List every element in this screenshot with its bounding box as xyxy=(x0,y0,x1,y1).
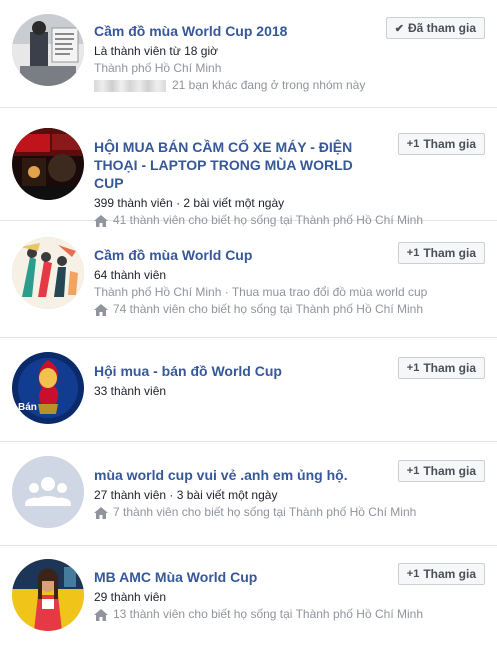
group-result-card: mùa world cup vui vẻ .anh em ủng hộ. 27 … xyxy=(0,442,497,546)
default-group-icon xyxy=(12,456,84,528)
join-icon: +1 xyxy=(406,138,420,150)
members-living-in-city-text: 13 thành viên cho biết họ sống tại Thành… xyxy=(113,607,423,621)
group-search-results: Cầm đồ mùa World Cup 2018 Là thành viên … xyxy=(0,0,497,651)
friends-in-group: 21 bạn khác đang ở trong nhóm này xyxy=(94,77,379,94)
group-stats: 33 thành viên xyxy=(94,384,167,398)
group-info: MB AMC Mùa World Cup 29 thành viên 13 th… xyxy=(94,568,423,623)
join-icon: +1 xyxy=(406,362,420,374)
members-living-in-city-text: 74 thành viên cho biết họ sống tại Thành… xyxy=(113,302,423,316)
group-title-link[interactable]: mùa world cup vui vẻ .anh em ủng hộ. xyxy=(94,466,379,484)
join-group-button-label: Tham gia xyxy=(423,137,476,151)
group-info: Hội mua - bán đồ World Cup 33 thành viên xyxy=(94,362,379,400)
members-living-in-city-text: 7 thành viên cho biết họ sống tại Thành … xyxy=(113,505,417,519)
members-living-in-city: 13 thành viên cho biết họ sống tại Thành… xyxy=(94,606,423,623)
house-icon xyxy=(94,506,108,519)
membership-status: Là thành viên từ 18 giờ xyxy=(94,44,218,58)
group-location-description: Thành phố Hồ Chí Minh · Thua mua trao đổ… xyxy=(94,285,428,299)
join-group-button[interactable]: +1 Tham gia xyxy=(397,242,485,264)
group-result-card: Cầm đồ mùa World Cup 2018 Là thành viên … xyxy=(0,0,497,108)
group-avatar[interactable] xyxy=(12,14,84,86)
house-icon xyxy=(94,303,108,316)
join-icon: +1 xyxy=(406,568,420,580)
group-stats: 64 thành viên xyxy=(94,268,167,282)
group-result-card: MB AMC Mùa World Cup 29 thành viên 13 th… xyxy=(0,546,497,651)
group-stats: 27 thành viên · 3 bài viết một ngày xyxy=(94,488,278,502)
checkmark-icon: ✔ xyxy=(394,22,404,35)
join-group-button[interactable]: +1 Tham gia xyxy=(397,563,485,585)
join-group-button[interactable]: +1 Tham gia xyxy=(397,133,485,155)
join-group-button[interactable]: +1 Tham gia xyxy=(397,357,485,379)
joined-button[interactable]: ✔ Đã tham gia xyxy=(385,17,485,39)
group-location: Thành phố Hồ Chí Minh xyxy=(94,61,222,75)
group-avatar[interactable]: Bán xyxy=(12,352,84,424)
group-title-link[interactable]: Hội mua - bán đồ World Cup xyxy=(94,362,379,380)
group-avatar[interactable] xyxy=(12,128,84,200)
group-avatar[interactable] xyxy=(12,237,84,309)
group-avatar[interactable] xyxy=(12,456,84,528)
group-stats: 29 thành viên xyxy=(94,590,167,604)
friends-in-group-text: 21 bạn khác đang ở trong nhóm này xyxy=(172,78,366,92)
group-title-link[interactable]: HỘI MUA BÁN CẦM CỐ XE MÁY - ĐIỆN THOẠI -… xyxy=(94,138,379,192)
group-avatar[interactable] xyxy=(12,559,84,631)
joined-button-label: Đã tham gia xyxy=(407,21,476,35)
avatar-overlay-text: Bán xyxy=(18,402,37,413)
join-icon: +1 xyxy=(406,465,420,477)
join-icon: +1 xyxy=(406,247,420,259)
group-info: mùa world cup vui vẻ .anh em ủng hộ. 27 … xyxy=(94,466,416,521)
group-info: Cầm đồ mùa World Cup 2018 Là thành viên … xyxy=(94,22,379,94)
join-group-button[interactable]: +1 Tham gia xyxy=(397,460,485,482)
join-group-button-label: Tham gia xyxy=(423,361,476,375)
blurred-friend-avatars xyxy=(94,79,166,92)
house-icon xyxy=(94,608,108,621)
join-group-button-label: Tham gia xyxy=(423,567,476,581)
group-info: HỘI MUA BÁN CẦM CỐ XE MÁY - ĐIỆN THOẠI -… xyxy=(94,138,423,229)
group-result-card: Cầm đồ mùa World Cup 64 thành viên Thành… xyxy=(0,221,497,338)
members-living-in-city: 7 thành viên cho biết họ sống tại Thành … xyxy=(94,504,416,521)
group-result-card: Bán Hội mua - bán đồ World Cup 33 thành … xyxy=(0,338,497,442)
group-info: Cầm đồ mùa World Cup 64 thành viên Thành… xyxy=(94,246,428,318)
join-group-button-label: Tham gia xyxy=(423,464,476,478)
group-title-link[interactable]: Cầm đồ mùa World Cup xyxy=(94,246,379,264)
group-title-link[interactable]: MB AMC Mùa World Cup xyxy=(94,568,379,586)
members-living-in-city: 74 thành viên cho biết họ sống tại Thành… xyxy=(94,301,423,318)
join-group-button-label: Tham gia xyxy=(423,246,476,260)
group-result-card: HỘI MUA BÁN CẦM CỐ XE MÁY - ĐIỆN THOẠI -… xyxy=(0,108,497,227)
group-stats: 399 thành viên · 2 bài viết một ngày xyxy=(94,196,285,210)
group-title-link[interactable]: Cầm đồ mùa World Cup 2018 xyxy=(94,22,379,40)
